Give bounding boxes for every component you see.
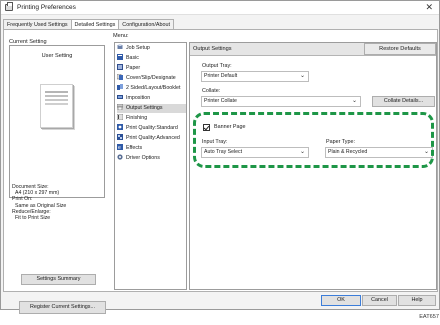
quality-advanced-icon xyxy=(117,134,123,140)
tab-configuration-about[interactable]: Configuration/About xyxy=(118,19,174,29)
input-tray-select[interactable]: Auto Tray Select ⌄ xyxy=(201,147,309,158)
output-settings-title: Output Settings xyxy=(193,46,232,52)
tab-detailed-settings[interactable]: Detailed Settings xyxy=(70,19,120,29)
output-icon xyxy=(117,104,123,110)
menu-item-effects[interactable]: e Effects xyxy=(117,144,186,153)
basic-icon xyxy=(117,54,123,60)
dialog-button-bar: OK Cancel Help xyxy=(1,293,439,310)
title-bar: Printing Preferences ✕ xyxy=(1,1,439,15)
paper-type-label: Paper Type: xyxy=(326,139,355,145)
two-sided-icon xyxy=(117,84,123,90)
close-icon[interactable]: ✕ xyxy=(425,2,433,13)
restore-defaults-button[interactable]: Restore Defaults xyxy=(364,43,436,55)
chevron-down-icon: ⌄ xyxy=(299,73,305,79)
menu-item-quality-advanced[interactable]: Print Quality:Advanced xyxy=(117,134,186,143)
menu-item-output-settings[interactable]: Output Settings xyxy=(117,104,186,113)
chevron-down-icon: ⌄ xyxy=(299,149,305,155)
output-tray-label: Output Tray: xyxy=(202,63,232,69)
menu-label: Menu: xyxy=(113,33,129,39)
banner-page-label: Banner Page xyxy=(214,124,246,130)
menu-item-paper[interactable]: Paper xyxy=(117,64,186,73)
figure-code: EAT657 xyxy=(419,314,439,320)
paper-type-value: Plain & Recycled xyxy=(328,149,368,155)
window-title: Printing Preferences xyxy=(17,4,76,11)
menu-item-imposition[interactable]: Imposition xyxy=(117,94,186,103)
menu-item-job-setup[interactable]: Job Setup xyxy=(117,44,186,53)
banner-page-checkbox[interactable] xyxy=(203,124,210,131)
setting-info: Document Size: A4 (210 x 297 mm) Print O… xyxy=(12,184,66,221)
chevron-down-icon: ⌄ xyxy=(423,149,429,155)
imposition-icon xyxy=(117,95,123,99)
output-tray-value: Printer Default xyxy=(204,73,238,79)
driver-options-icon xyxy=(117,154,123,160)
svg-text:e: e xyxy=(118,145,121,150)
printer-icon xyxy=(5,2,13,11)
collate-label: Collate: xyxy=(202,88,221,94)
collate-select[interactable]: Printer Collate ⌄ xyxy=(201,96,361,107)
chevron-down-icon: ⌄ xyxy=(351,98,357,104)
current-setting-pane: Current Setting User Setting Document Si… xyxy=(9,35,106,314)
collate-details-button[interactable]: Collate Details... xyxy=(372,96,435,107)
cover-icon xyxy=(117,74,123,80)
menu-item-finishing[interactable]: Finishing xyxy=(117,114,186,123)
paper-icon xyxy=(117,64,123,70)
tab-strip: Frequently Used Settings Detailed Settin… xyxy=(3,19,174,29)
tab-frequently-used[interactable]: Frequently Used Settings xyxy=(3,19,72,29)
settings-summary-button[interactable]: Settings Summary xyxy=(21,274,96,285)
info-line: Same as Original Size xyxy=(15,202,67,209)
printing-preferences-window: Printing Preferences ✕ Frequently Used S… xyxy=(0,0,440,314)
setting-name: User Setting xyxy=(41,53,73,59)
ok-button[interactable]: OK xyxy=(321,295,361,306)
menu-list: Job Setup Basic Paper Cover/Slip/Designa… xyxy=(114,42,187,290)
collate-value: Printer Collate xyxy=(204,98,237,104)
cancel-button[interactable]: Cancel xyxy=(362,295,397,306)
detailed-settings-panel: Current Setting User Setting Document Si… xyxy=(3,29,438,314)
input-tray-value: Auto Tray Select xyxy=(204,149,243,155)
info-line: Fit to Print Size xyxy=(15,215,51,222)
quality-standard-icon xyxy=(117,124,123,130)
menu-item-cover[interactable]: Cover/Slip/Designate xyxy=(117,74,186,83)
current-setting-preview: User Setting Document Size: A4 (210 x 29… xyxy=(9,45,105,221)
help-button[interactable]: Help xyxy=(398,295,436,306)
output-settings-pane: Output Settings Restore Defaults Output … xyxy=(189,42,437,290)
paper-type-select[interactable]: Plain & Recycled ⌄ xyxy=(325,147,433,158)
effects-icon: e xyxy=(117,144,123,150)
output-tray-select[interactable]: Printer Default ⌄ xyxy=(201,71,309,82)
menu-item-two-sided[interactable]: 2 Sided/Layout/Booklet xyxy=(117,84,186,93)
menu-item-driver-options[interactable]: Driver Options xyxy=(117,154,186,163)
finishing-icon xyxy=(117,114,123,120)
page-preview-icon xyxy=(40,84,73,128)
job-setup-icon xyxy=(117,44,123,49)
menu-item-quality-standard[interactable]: Print Quality:Standard xyxy=(117,124,186,133)
menu-item-basic[interactable]: Basic xyxy=(117,54,186,63)
input-tray-label: Input Tray: xyxy=(202,139,228,145)
output-settings-header: Output Settings Restore Defaults xyxy=(190,43,436,56)
